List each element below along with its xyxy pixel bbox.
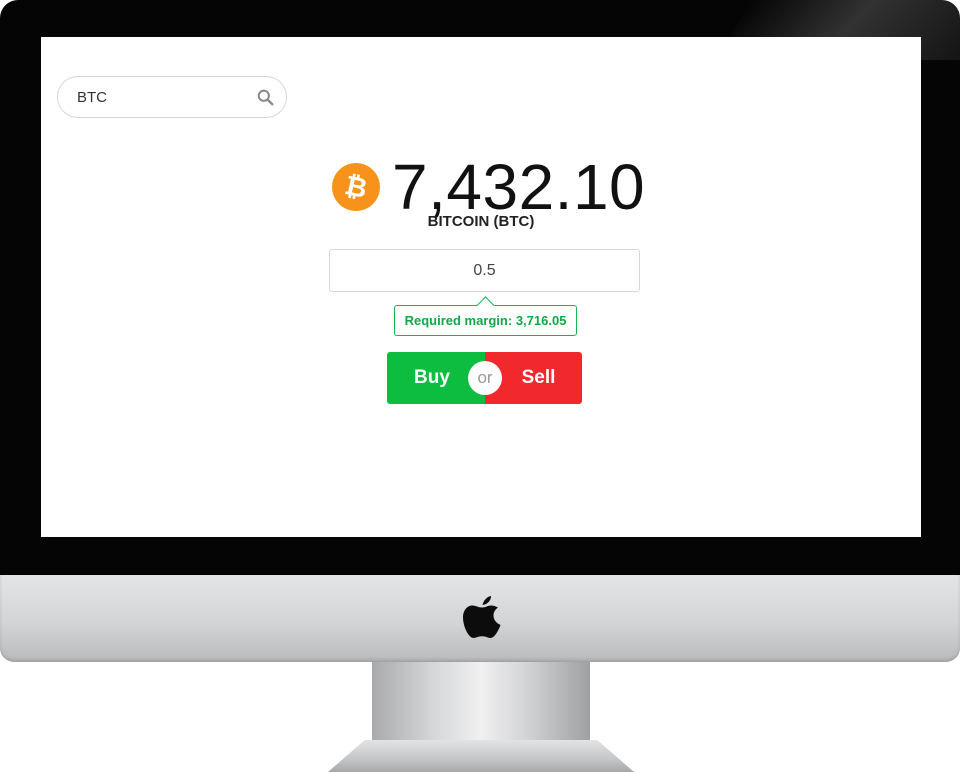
trade-button-group: Buy Sell or [387, 352, 582, 404]
monitor-stand-base [328, 740, 634, 772]
or-separator: or [468, 361, 502, 395]
monitor-bezel: ₿ 7,432.10 BITCOIN (BTC) Required margin… [0, 0, 960, 575]
svg-text:₿: ₿ [343, 172, 369, 202]
apple-logo [463, 596, 501, 638]
search-box[interactable] [57, 76, 287, 118]
monitor-stand-neck [372, 662, 590, 742]
amount-input[interactable] [329, 249, 640, 292]
required-margin-text: Required margin: 3,716.05 [404, 313, 567, 328]
search-input[interactable] [75, 87, 249, 107]
search-icon[interactable] [257, 89, 274, 106]
price-value: 7,432.10 [392, 151, 646, 223]
asset-name: BITCOIN (BTC) [427, 213, 535, 230]
bitcoin-icon: ₿ [332, 163, 380, 211]
required-margin-tooltip: Required margin: 3,716.05 [394, 305, 577, 336]
screen: ₿ 7,432.10 BITCOIN (BTC) Required margin… [41, 37, 921, 537]
